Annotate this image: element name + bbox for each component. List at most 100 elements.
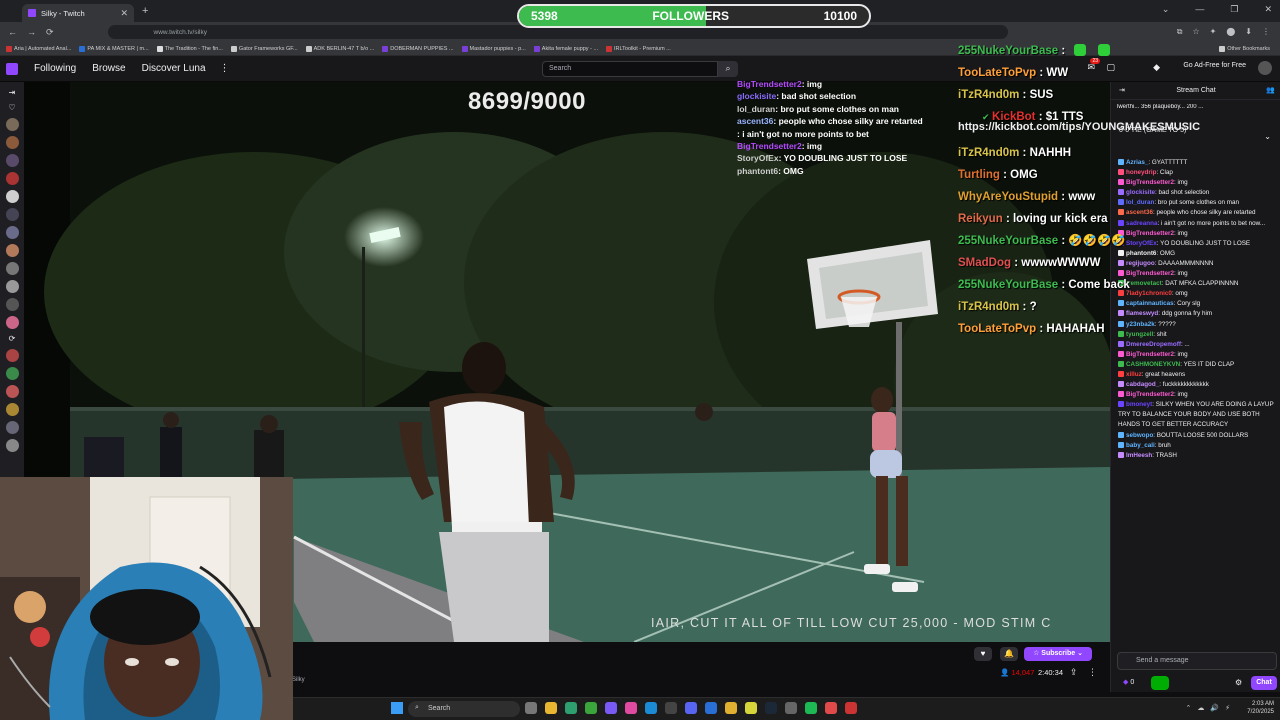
bookmark-item[interactable]: ADK BERLIN-47 T b/o ... [305, 45, 374, 52]
chat-username[interactable]: BigTrendsetter2 [1126, 351, 1174, 358]
twitch-logo-icon[interactable] [6, 62, 18, 75]
chat-username[interactable]: baby_cali [1126, 442, 1155, 449]
bookmark-item[interactable]: Aria | Automated Anal... [6, 45, 71, 52]
bookmark-item[interactable]: DOBERMAN PUPPIES ... [382, 45, 454, 52]
browser-tab[interactable]: Silky - Twitch ✕ [22, 4, 134, 22]
bookmark-item[interactable]: Gator Frameworks GF... [230, 45, 298, 52]
channel-avatar[interactable] [5, 190, 19, 203]
app-icon[interactable] [745, 702, 757, 714]
open-in-app-icon[interactable]: ⧉ [1177, 27, 1183, 37]
channel-points[interactable]: ◆ 0 [1123, 678, 1134, 686]
app-icon[interactable] [665, 702, 677, 714]
battery-icon[interactable]: ⚡ [1225, 704, 1230, 712]
other-bookmarks[interactable]: Other Bookmarks [1219, 45, 1270, 52]
windows-start-icon[interactable] [391, 702, 403, 714]
channel-avatar[interactable] [5, 226, 19, 239]
chat-settings-gear-icon[interactable]: ⚙ [1235, 678, 1242, 687]
channel-avatar[interactable] [5, 118, 19, 131]
close-window-button[interactable]: ✕ [1264, 4, 1272, 15]
channel-avatar[interactable] [5, 421, 19, 434]
spotify-icon[interactable] [805, 702, 817, 714]
file-explorer-icon[interactable] [545, 702, 557, 714]
chat-input[interactable]: Send a message [1117, 652, 1277, 670]
chat-username[interactable]: sebwopo [1126, 432, 1153, 439]
search-input[interactable]: Search [542, 61, 718, 77]
app-icon[interactable] [565, 702, 577, 714]
bookmark-star-icon[interactable]: ☆ [1192, 27, 1199, 37]
chat-username[interactable]: xilluz [1126, 371, 1142, 378]
channel-avatar[interactable] [5, 154, 19, 167]
new-tab-button[interactable]: + [142, 5, 148, 17]
extensions-icon[interactable]: ✦ [1210, 27, 1217, 37]
bookmark-item[interactable]: The Tradition - The fin... [156, 45, 223, 52]
bookmark-item[interactable]: IRLToolkit - Premium ... [606, 45, 671, 52]
tray-expand-icon[interactable]: ⌃ [1185, 704, 1191, 712]
back-icon[interactable]: ← [8, 27, 17, 38]
search-icon[interactable]: ⌕ [718, 61, 738, 77]
chat-username[interactable]: cabdagod_ [1126, 381, 1159, 388]
tab-search-icon[interactable]: ⌄ [1162, 4, 1170, 15]
app-icon[interactable] [705, 702, 717, 714]
share-icon[interactable]: ⇪ [1070, 667, 1078, 678]
channel-avatar[interactable] [5, 280, 19, 293]
reload-icon[interactable]: ⟳ [46, 27, 54, 38]
channel-avatar[interactable] [5, 349, 19, 362]
tab-close-icon[interactable]: ✕ [120, 8, 128, 19]
chat-username[interactable]: CASHMONEYKVN [1126, 361, 1180, 368]
chat-username[interactable]: BigTrendsetter2 [1126, 391, 1174, 398]
discord-icon[interactable] [685, 702, 697, 714]
nav-more-icon[interactable]: ⋮ [220, 63, 230, 74]
maximize-button[interactable]: ❐ [1230, 4, 1238, 15]
steam-icon[interactable] [765, 702, 777, 714]
bookmark-item[interactable]: PA MIX & MASTER | m... [79, 45, 149, 52]
app-icon[interactable] [785, 702, 797, 714]
channel-avatar[interactable] [5, 172, 19, 185]
channel-avatar[interactable] [5, 403, 19, 416]
taskbar-clock[interactable]: 2:03 AM 7/20/2025 [1247, 700, 1274, 716]
nav-discover-luna[interactable]: Discover Luna [142, 63, 206, 74]
channel-avatar[interactable] [5, 367, 19, 380]
browser-menu-icon[interactable]: ⋮ [1262, 27, 1270, 37]
channel-name-label[interactable]: Silky [292, 677, 305, 683]
channel-avatar[interactable] [5, 136, 19, 149]
channel-avatar[interactable] [5, 439, 19, 452]
chat-username[interactable]: bmoneyt [1126, 401, 1152, 408]
bookmark-item[interactable]: Akita female puppy - ... [533, 45, 598, 52]
app-icon[interactable] [625, 702, 637, 714]
user-avatar[interactable] [1258, 61, 1272, 75]
channel-avatar[interactable] [5, 298, 19, 311]
minimize-button[interactable]: — [1195, 4, 1204, 15]
chat-username[interactable]: DmereeDropemoff [1126, 341, 1181, 348]
channel-avatar[interactable] [5, 262, 19, 275]
expand-rail-icon[interactable]: ⇥ [9, 88, 16, 98]
xbox-icon[interactable] [585, 702, 597, 714]
channel-avatar[interactable] [5, 208, 19, 221]
claim-bonus-button[interactable] [1151, 676, 1169, 690]
downloads-icon[interactable]: ⬇ [1245, 27, 1252, 37]
chevron-down-icon[interactable]: ⌄ [1264, 132, 1271, 141]
chat-username[interactable]: ImHeesh [1126, 452, 1152, 459]
app-icon[interactable] [605, 702, 617, 714]
chrome-icon[interactable] [725, 702, 737, 714]
more-options-icon[interactable]: ⋮ [1088, 667, 1097, 678]
channel-avatar[interactable] [5, 385, 19, 398]
task-view-icon[interactable] [525, 702, 537, 714]
edge-icon[interactable] [645, 702, 657, 714]
onedrive-icon[interactable]: ☁ [1197, 704, 1204, 712]
volume-icon[interactable]: 🔊 [1210, 704, 1219, 712]
app-icon[interactable] [845, 702, 857, 714]
follow-heart-button[interactable]: ♥ [974, 647, 992, 661]
profile-icon[interactable]: ⬤ [1226, 27, 1235, 37]
bookmark-item[interactable]: Mastador puppies - p... [461, 45, 526, 52]
app-icon[interactable] [825, 702, 837, 714]
nav-browse[interactable]: Browse [92, 63, 125, 74]
subscribe-button[interactable]: ☆ Subscribe ⌄ [1024, 647, 1092, 661]
forward-icon[interactable]: → [27, 27, 36, 38]
community-users-icon[interactable]: 👥 [1266, 82, 1275, 100]
channel-avatar[interactable] [5, 316, 19, 329]
chat-send-button[interactable]: Chat [1251, 676, 1277, 690]
taskbar-search-input[interactable]: ⌕ Search [408, 701, 520, 717]
channel-avatar[interactable] [5, 244, 19, 257]
nav-following[interactable]: Following [34, 63, 76, 74]
notification-bell-button[interactable]: 🔔 [1000, 647, 1018, 661]
